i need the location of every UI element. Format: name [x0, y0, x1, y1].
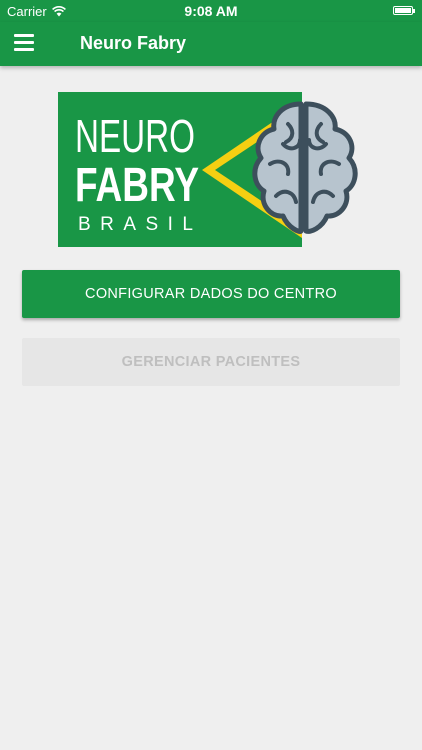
battery-icon — [393, 6, 415, 15]
status-time: 9:08 AM — [184, 3, 238, 19]
menu-icon[interactable] — [14, 34, 34, 52]
configure-center-button[interactable]: CONFIGURAR DADOS DO CENTRO — [22, 270, 400, 318]
logo-text-fabry: FABRY — [75, 159, 199, 212]
status-bar: Carrier 9:08 AM — [0, 0, 422, 22]
app-title: Neuro Fabry — [80, 33, 187, 53]
logo-text-neuro: NEURO — [75, 110, 195, 162]
neuro-fabry-brasil-logo: NEURO FABRY BRASIL — [58, 92, 358, 247]
app-bar: Neuro Fabry — [0, 22, 422, 66]
manage-patients-button: GERENCIAR PACIENTES — [22, 338, 400, 386]
